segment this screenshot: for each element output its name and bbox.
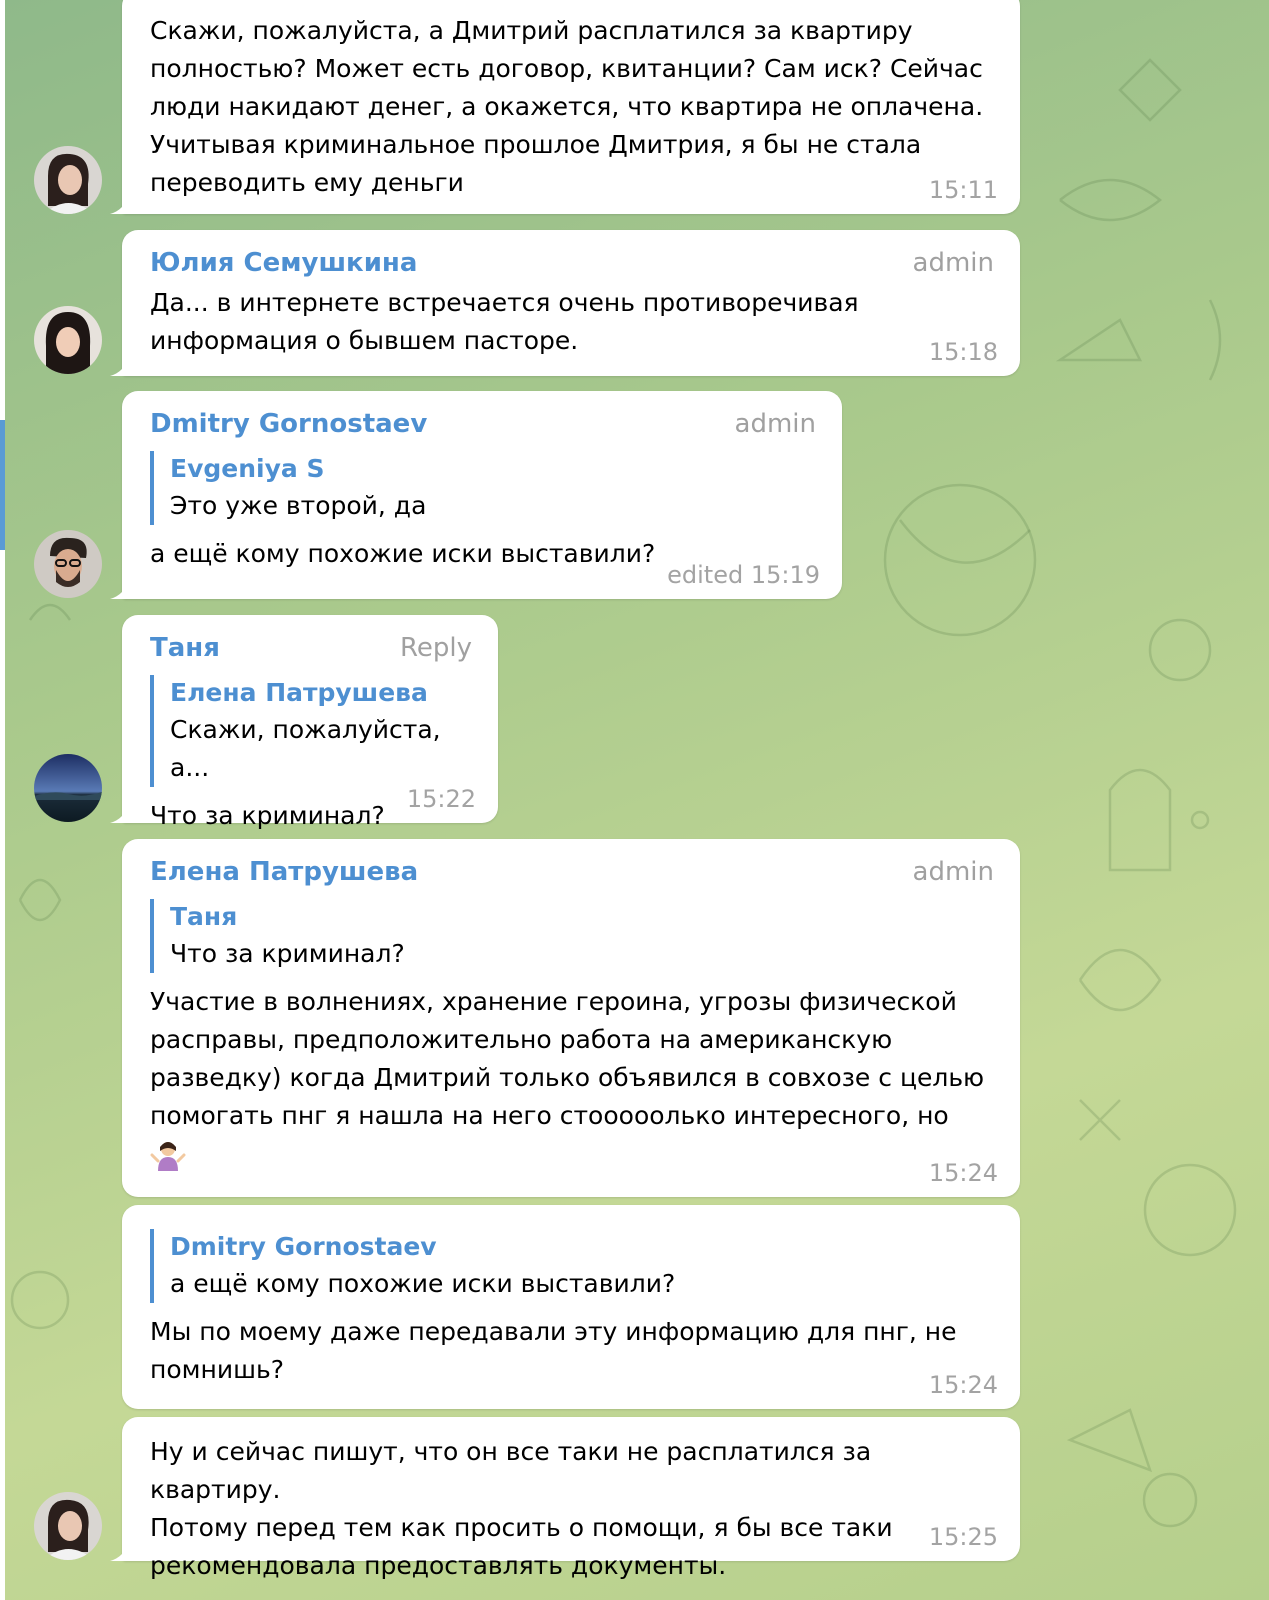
sender-name[interactable]: Dmitry Gornostaev [150, 409, 427, 439]
message-bubble[interactable]: Dmitry Gornostaev admin Evgeniya S Это у… [110, 391, 842, 599]
message-time: 15:18 [928, 338, 998, 366]
message-time: 15:11 [928, 176, 998, 204]
message-time: edited 15:19 [667, 561, 820, 589]
sender-name[interactable]: Таня [150, 633, 220, 663]
avatar-photo-icon [34, 306, 102, 374]
message-time: 15:22 [406, 785, 476, 813]
reply-button[interactable]: Reply [400, 633, 472, 663]
avatar[interactable] [34, 146, 102, 214]
message-time: 15:24 [928, 1159, 998, 1187]
sender-name[interactable]: Елена Патрушева [150, 857, 418, 887]
message-text: Да... в интернете встречается очень прот… [150, 288, 859, 355]
message-time: 15:25 [928, 1523, 998, 1551]
avatar-photo-icon [34, 146, 102, 214]
bubble-tail [110, 1543, 128, 1561]
avatar-photo-icon [34, 1492, 102, 1560]
avatar-photo-icon [34, 530, 102, 598]
reply-quote[interactable]: Evgeniya S Это уже второй, да [150, 451, 816, 525]
message-bubble[interactable]: Юлия Семушкина admin Да... в интернете в… [110, 230, 1020, 376]
quote-author: Елена Патрушева [170, 678, 428, 707]
bubble-tail [110, 581, 128, 599]
bubble-tail [110, 805, 128, 823]
avatar-photo-icon [34, 754, 102, 822]
message-text: Ну и сейчас пишут, что он все таки не ра… [150, 1437, 893, 1580]
bubble-tail [110, 358, 128, 376]
avatar[interactable] [34, 530, 102, 598]
message-bubble[interactable]: Ну и сейчас пишут, что он все таки не ра… [110, 1417, 1020, 1580]
scroll-indicator [0, 420, 5, 550]
window-edge [0, 0, 5, 1600]
admin-badge: admin [734, 409, 816, 439]
quote-text: Это уже второй, да [170, 491, 427, 520]
shrug-emoji-icon [150, 1141, 186, 1171]
reply-quote[interactable]: Елена Патрушева Скажи, пожалуйста, а... [150, 675, 472, 787]
message-bubble[interactable]: Dmitry Gornostaev а ещё кому похожие иск… [122, 1205, 1020, 1409]
admin-badge: admin [912, 248, 994, 278]
admin-badge: admin [912, 857, 994, 887]
message-text: Скажи, пожалуйста, а Дмитрий расплатился… [150, 16, 984, 197]
bubble-tail [110, 196, 128, 214]
quote-text: Что за криминал? [170, 939, 405, 968]
quote-author: Таня [170, 902, 238, 931]
quote-author: Evgeniya S [170, 454, 325, 483]
avatar[interactable] [34, 1492, 102, 1560]
message-bubble[interactable]: Скажи, пожалуйста, а Дмитрий расплатился… [110, 0, 1020, 214]
sender-name[interactable]: Юлия Семушкина [150, 248, 417, 278]
message-bubble[interactable]: Елена Патрушева admin Таня Что за кримин… [122, 839, 1020, 1197]
quote-text: а ещё кому похожие иски выставили? [170, 1269, 676, 1298]
message-text: Мы по моему даже передавали эту информац… [150, 1317, 957, 1384]
quote-text: Скажи, пожалуйста, а... [170, 715, 441, 782]
message-bubble[interactable]: Таня Reply Елена Патрушева Скажи, пожалу… [110, 615, 498, 830]
reply-quote[interactable]: Таня Что за криминал? [150, 899, 994, 973]
reply-quote[interactable]: Dmitry Gornostaev а ещё кому похожие иск… [150, 1229, 994, 1303]
message-time: 15:24 [928, 1371, 998, 1399]
quote-author: Dmitry Gornostaev [170, 1232, 437, 1261]
message-text: Участие в волнениях, хранение героина, у… [150, 987, 985, 1130]
avatar[interactable] [34, 754, 102, 822]
avatar[interactable] [34, 306, 102, 374]
